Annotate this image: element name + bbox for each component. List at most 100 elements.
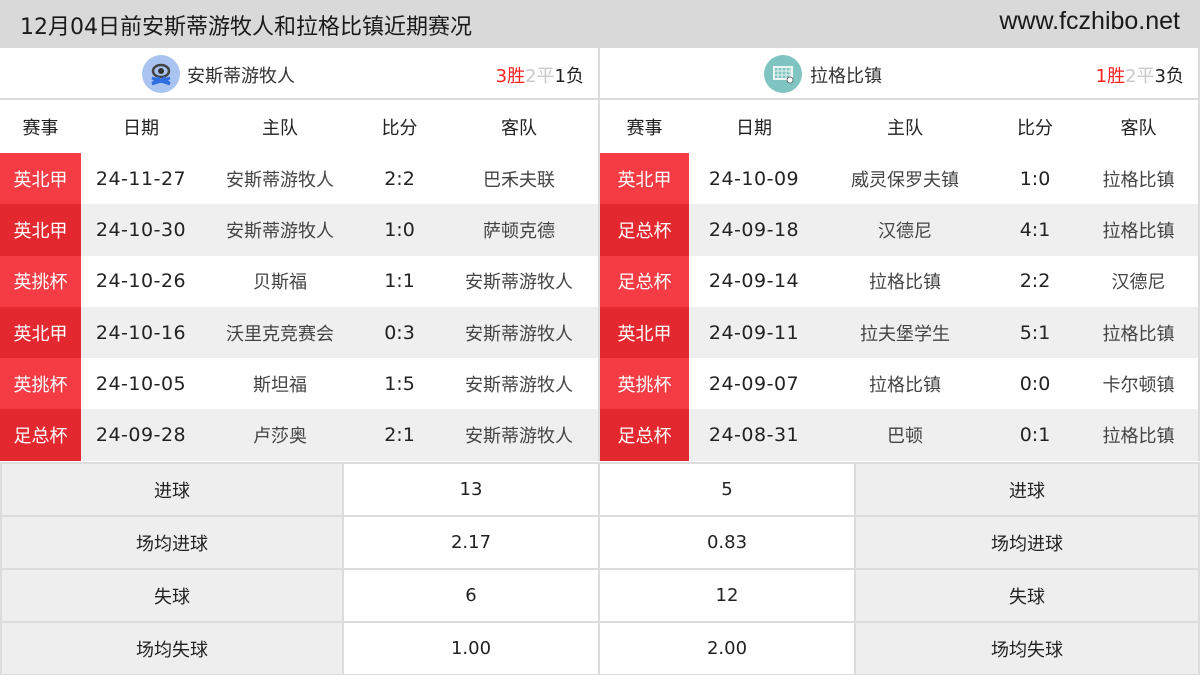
- competition-badge[interactable]: 足总杯: [600, 255, 689, 307]
- competition-badge[interactable]: 足总杯: [600, 204, 689, 256]
- match-row[interactable]: 英挑杯 24-10-26 贝斯福 1:1 安斯蒂游牧人: [0, 255, 598, 307]
- away-team[interactable]: 安斯蒂游牧人: [440, 255, 598, 307]
- home-team[interactable]: 巴顿: [819, 409, 991, 461]
- away-team[interactable]: 巴禾夫联: [440, 153, 598, 205]
- right-team-name[interactable]: 拉格比镇: [810, 62, 882, 88]
- stat-value-right: 2.00: [600, 623, 856, 674]
- home-team[interactable]: 贝斯福: [201, 255, 359, 307]
- match-row[interactable]: 足总杯 24-09-14 拉格比镇 2:2 汉德尼: [600, 255, 1198, 307]
- home-team[interactable]: 汉德尼: [819, 204, 991, 256]
- stat-label-left: 场均进球: [0, 517, 344, 568]
- match-score: 5:1: [991, 306, 1079, 359]
- competition-badge[interactable]: 英北甲: [0, 204, 81, 256]
- col-home: 主队: [819, 100, 991, 153]
- match-score: 1:5: [359, 358, 440, 410]
- win-count: 3胜: [495, 66, 526, 87]
- match-score: 2:2: [991, 255, 1079, 307]
- stat-value-left: 1.00: [344, 623, 600, 674]
- goal-net-icon: [764, 55, 802, 93]
- stat-value-right: 12: [600, 570, 856, 621]
- competition-badge[interactable]: 英北甲: [0, 306, 81, 359]
- stats-row: 失球 6 12 失球: [0, 570, 1200, 623]
- match-row[interactable]: 英挑杯 24-10-05 斯坦福 1:5 安斯蒂游牧人: [0, 358, 598, 410]
- stat-label-left: 进球: [0, 464, 344, 515]
- home-team[interactable]: 威灵保罗夫镇: [819, 153, 991, 205]
- match-date: 24-09-14: [689, 255, 819, 307]
- away-team[interactable]: 安斯蒂游牧人: [440, 409, 598, 461]
- competition-badge[interactable]: 英北甲: [0, 153, 81, 205]
- match-date: 24-10-09: [689, 153, 819, 205]
- stat-label-left: 失球: [0, 570, 344, 621]
- match-date: 24-11-27: [81, 153, 201, 205]
- match-row[interactable]: 英北甲 24-10-16 沃里克竞赛会 0:3 安斯蒂游牧人: [0, 306, 598, 359]
- home-team[interactable]: 沃里克竞赛会: [201, 306, 359, 359]
- col-score: 比分: [359, 100, 440, 153]
- stat-value-right: 0.83: [600, 517, 856, 568]
- draw-count: 2平: [1125, 66, 1155, 87]
- stat-label-left: 场均失球: [0, 623, 344, 674]
- competition-badge[interactable]: 足总杯: [0, 409, 81, 461]
- match-row[interactable]: 英北甲 24-11-27 安斯蒂游牧人 2:2 巴禾夫联: [0, 153, 598, 205]
- match-row[interactable]: 足总杯 24-09-28 卢莎奥 2:1 安斯蒂游牧人: [0, 409, 598, 461]
- away-team[interactable]: 拉格比镇: [1079, 153, 1198, 205]
- site-url[interactable]: www.fczhibo.net: [999, 7, 1180, 36]
- competition-badge[interactable]: 英北甲: [600, 306, 689, 359]
- match-date: 24-08-31: [689, 409, 819, 461]
- match-row[interactable]: 足总杯 24-09-18 汉德尼 4:1 拉格比镇: [600, 204, 1198, 256]
- away-team[interactable]: 汉德尼: [1079, 255, 1198, 307]
- col-home: 主队: [201, 100, 359, 153]
- away-team[interactable]: 安斯蒂游牧人: [440, 358, 598, 410]
- match-score: 0:0: [991, 358, 1079, 410]
- stat-value-left: 6: [344, 570, 600, 621]
- away-team[interactable]: 安斯蒂游牧人: [440, 306, 598, 359]
- home-team[interactable]: 卢莎奥: [201, 409, 359, 461]
- match-score: 0:3: [359, 306, 440, 359]
- match-row[interactable]: 英挑杯 24-09-07 拉格比镇 0:0 卡尔顿镇: [600, 358, 1198, 410]
- competition-badge[interactable]: 英挑杯: [0, 255, 81, 307]
- match-date: 24-10-16: [81, 306, 201, 359]
- home-team[interactable]: 拉格比镇: [819, 255, 991, 307]
- home-team[interactable]: 拉夫堡学生: [819, 306, 991, 359]
- competition-badge[interactable]: 英挑杯: [0, 358, 81, 410]
- competition-badge[interactable]: 足总杯: [600, 409, 689, 461]
- home-team[interactable]: 拉格比镇: [819, 358, 991, 410]
- match-date: 24-09-07: [689, 358, 819, 410]
- competition-badge[interactable]: 英北甲: [600, 153, 689, 205]
- col-competition: 赛事: [0, 100, 81, 153]
- col-score: 比分: [991, 100, 1079, 153]
- match-date: 24-10-26: [81, 255, 201, 307]
- loss-count: 3负: [1154, 66, 1184, 87]
- away-team[interactable]: 拉格比镇: [1079, 204, 1198, 256]
- right-team-bar: 拉格比镇 1胜2平3负: [600, 48, 1198, 100]
- match-row[interactable]: 英北甲 24-10-09 威灵保罗夫镇 1:0 拉格比镇: [600, 153, 1198, 205]
- match-row[interactable]: 英北甲 24-09-11 拉夫堡学生 5:1 拉格比镇: [600, 306, 1198, 359]
- stat-value-right: 5: [600, 464, 856, 515]
- competition-badge[interactable]: 英挑杯: [600, 358, 689, 410]
- away-team[interactable]: 拉格比镇: [1079, 306, 1198, 359]
- match-row[interactable]: 英北甲 24-10-30 安斯蒂游牧人 1:0 萨顿克德: [0, 204, 598, 256]
- right-team-panel: 拉格比镇 1胜2平3负 赛事 日期 主队 比分 客队 英北甲 24-10-09 威灵…: [600, 48, 1200, 461]
- right-team-record: 1胜2平3负: [1096, 62, 1184, 88]
- col-away: 客队: [1079, 100, 1198, 153]
- draw-count: 2平: [525, 66, 555, 87]
- table-header-row: 赛事 日期 主队 比分 客队: [0, 100, 598, 153]
- stat-label-right: 场均进球: [856, 517, 1200, 568]
- left-team-name[interactable]: 安斯蒂游牧人: [187, 62, 295, 88]
- match-date: 24-09-18: [689, 204, 819, 256]
- home-team[interactable]: 斯坦福: [201, 358, 359, 410]
- col-date: 日期: [689, 100, 819, 153]
- match-score: 2:1: [359, 409, 440, 461]
- match-date: 24-09-11: [689, 306, 819, 359]
- home-team[interactable]: 安斯蒂游牧人: [201, 153, 359, 205]
- match-score: 1:0: [991, 153, 1079, 205]
- col-competition: 赛事: [600, 100, 689, 153]
- team-crest-icon: [142, 55, 180, 93]
- away-team[interactable]: 萨顿克德: [440, 204, 598, 256]
- match-score: 1:1: [359, 255, 440, 307]
- stat-label-right: 场均失球: [856, 623, 1200, 674]
- match-row[interactable]: 足总杯 24-08-31 巴顿 0:1 拉格比镇: [600, 409, 1198, 461]
- away-team[interactable]: 卡尔顿镇: [1079, 358, 1198, 410]
- away-team[interactable]: 拉格比镇: [1079, 409, 1198, 461]
- home-team[interactable]: 安斯蒂游牧人: [201, 204, 359, 256]
- stats-row: 场均进球 2.17 0.83 场均进球: [0, 517, 1200, 570]
